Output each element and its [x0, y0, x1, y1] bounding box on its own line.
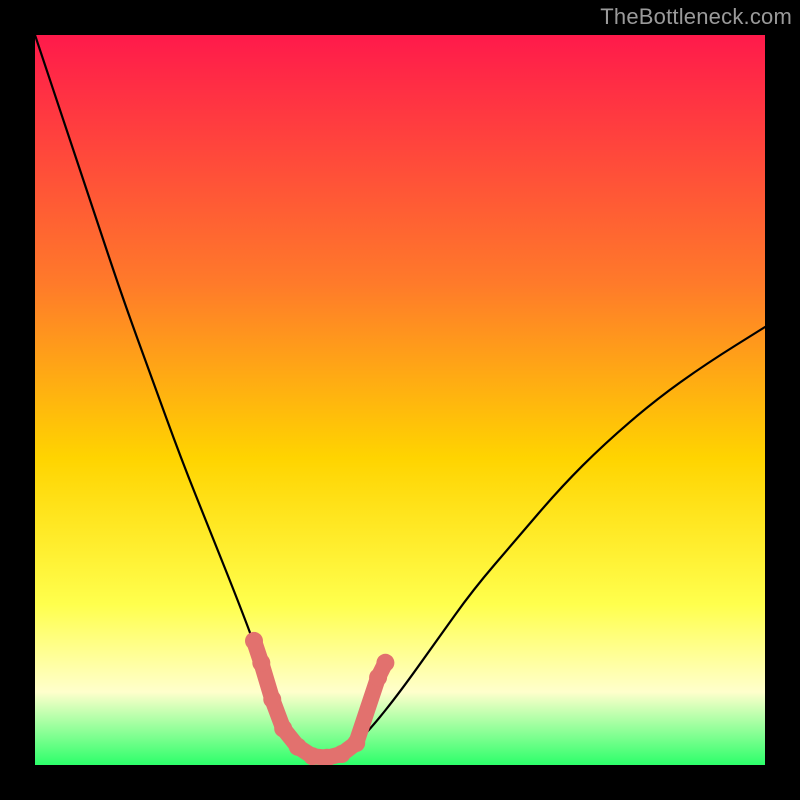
- marker-dot: [245, 632, 263, 650]
- marker-dot: [263, 690, 281, 708]
- watermark-text: TheBottleneck.com: [600, 4, 792, 30]
- marker-dot: [274, 720, 292, 738]
- chart-svg: [35, 35, 765, 765]
- marker-dot: [347, 734, 365, 752]
- marker-dot: [252, 654, 270, 672]
- chart-frame: TheBottleneck.com: [0, 0, 800, 800]
- plot-area: [35, 35, 765, 765]
- marker-dot: [333, 745, 351, 763]
- marker-dot: [376, 654, 394, 672]
